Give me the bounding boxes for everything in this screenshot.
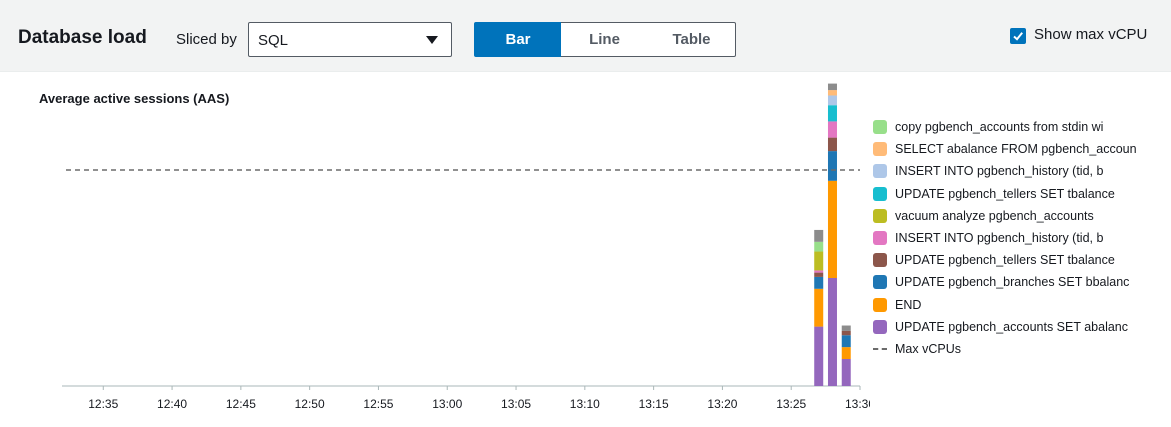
legend-label: END — [895, 297, 922, 312]
x-tick-label: 12:50 — [295, 397, 325, 411]
x-tick-label: 13:05 — [501, 397, 531, 411]
bar-segment — [827, 278, 837, 386]
x-tick-label: 13:20 — [707, 397, 737, 411]
legend-item[interactable]: END — [873, 294, 1163, 316]
x-tick-label: 13:25 — [776, 397, 806, 411]
bar-segment — [814, 241, 824, 252]
x-tick-label: 13:10 — [570, 397, 600, 411]
legend-label: UPDATE pgbench_tellers SET tbalance — [895, 253, 1115, 268]
legend-item[interactable]: UPDATE pgbench_accounts SET abalanc — [873, 316, 1163, 338]
bar-segment — [841, 359, 851, 386]
chart-legend: copy pgbench_accounts from stdin wi SELEC… — [873, 116, 1163, 360]
legend-label: UPDATE pgbench_branches SET bbalanc — [895, 275, 1130, 290]
legend-item[interactable]: UPDATE pgbench_tellers SET tbalance — [873, 183, 1163, 205]
legend-swatch — [873, 208, 887, 223]
legend-swatch — [873, 231, 887, 246]
bar-segment — [814, 276, 824, 289]
x-tick-label: 13:00 — [432, 397, 462, 411]
legend-label: vacuum analyze pgbench_accounts — [895, 208, 1094, 223]
show-max-vcpu-label: Show max vCPU — [1034, 26, 1148, 43]
legend-label: copy pgbench_accounts from stdin wi — [895, 120, 1104, 135]
bar-segment — [841, 347, 851, 359]
bar-segment — [827, 180, 837, 278]
bar-segment — [814, 229, 824, 242]
legend-swatch — [873, 275, 887, 290]
x-tick-label: 12:40 — [157, 397, 187, 411]
legend-swatch — [873, 347, 887, 350]
aas-bar-chart: 12:35 12:40 12:45 12:50 12:55 13:00 13:05 13:10… — [62, 83, 870, 411]
legend-item[interactable]: SELECT abalance FROM pgbench_accoun — [873, 138, 1163, 160]
legend-swatch — [873, 319, 887, 334]
bar-segment — [814, 288, 824, 327]
legend-swatch — [873, 142, 887, 157]
bar-segment — [814, 326, 824, 386]
x-tick-label: 13:30 — [845, 397, 870, 411]
x-tick-label: 13:15 — [639, 397, 669, 411]
legend-label: Max vCPUs — [895, 341, 961, 356]
bar-segment — [827, 137, 837, 152]
legend-label: INSERT INTO pgbench_history (tid, b — [895, 231, 1104, 246]
bar-segment — [827, 121, 837, 138]
legend-label: UPDATE pgbench_tellers SET tbalance — [895, 186, 1115, 201]
legend-swatch — [873, 186, 887, 201]
legend-swatch — [873, 253, 887, 268]
bar-segment — [827, 105, 837, 122]
bar-segment — [827, 83, 837, 91]
bar-segment — [827, 151, 837, 181]
legend-item[interactable]: UPDATE pgbench_branches SET bbalanc — [873, 271, 1163, 293]
show-max-vcpu-checkbox[interactable] — [1010, 28, 1026, 44]
legend-swatch — [873, 164, 887, 179]
legend-swatch — [873, 120, 887, 135]
bar-segment — [814, 251, 824, 271]
legend-label: SELECT abalance FROM pgbench_accoun — [895, 142, 1137, 157]
legend-item[interactable]: Max vCPUs — [873, 338, 1163, 360]
bar-segment — [814, 270, 824, 273]
legend-swatch — [873, 297, 887, 312]
legend-item[interactable]: copy pgbench_accounts from stdin wi — [873, 116, 1163, 138]
legend-item[interactable]: UPDATE pgbench_tellers SET tbalance — [873, 249, 1163, 271]
bar-segment — [814, 272, 824, 277]
x-tick-label: 12:55 — [363, 397, 393, 411]
legend-item[interactable]: INSERT INTO pgbench_history (tid, b — [873, 160, 1163, 182]
legend-label: UPDATE pgbench_accounts SET abalanc — [895, 319, 1129, 334]
bar-segment — [827, 95, 837, 106]
checkmark-icon — [1013, 32, 1023, 41]
bar-segment — [841, 330, 851, 336]
bar-segment — [841, 325, 851, 331]
legend-item[interactable]: vacuum analyze pgbench_accounts — [873, 205, 1163, 227]
x-tick-label: 12:45 — [226, 397, 256, 411]
legend-item[interactable]: INSERT INTO pgbench_history (tid, b — [873, 227, 1163, 249]
x-tick-label: 12:35 — [88, 397, 118, 411]
bar-segment — [827, 90, 837, 96]
bar-segment — [841, 335, 851, 348]
legend-label: INSERT INTO pgbench_history (tid, b — [895, 164, 1104, 179]
